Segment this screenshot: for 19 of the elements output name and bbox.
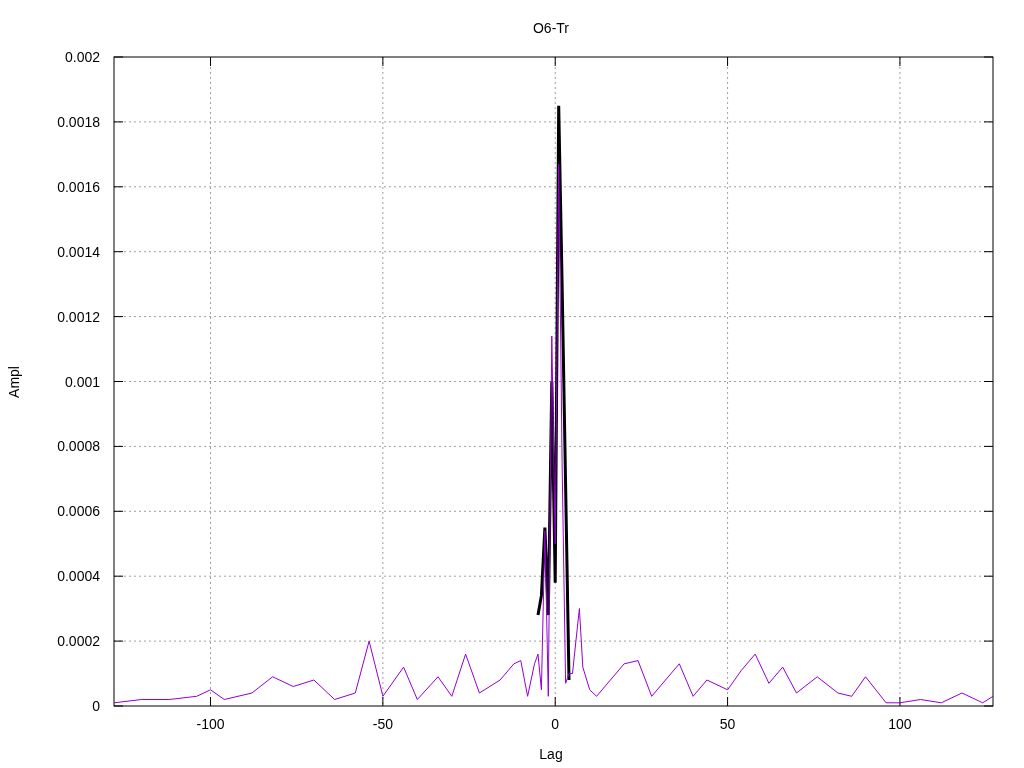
tick-label: 0.0018 xyxy=(57,113,100,130)
tick-label: 100 xyxy=(888,716,912,732)
y-axis-label: Ampl xyxy=(6,366,22,398)
tick-label: 0.0002 xyxy=(57,633,100,650)
tick-label: -50 xyxy=(372,716,393,732)
chart-title: O6-Tr xyxy=(533,20,569,36)
tick-label: 0.0014 xyxy=(57,243,100,260)
tick-label: 0.0008 xyxy=(57,438,100,455)
tick-label: 0 xyxy=(92,698,100,714)
tick-label: 0 xyxy=(551,716,560,732)
x-axis-label: Lag xyxy=(539,746,563,762)
tick-label: 0.0006 xyxy=(57,503,100,520)
tick-label: 0.0016 xyxy=(57,178,100,195)
tick-label: 0.0004 xyxy=(57,568,100,585)
tick-label: 0.0012 xyxy=(57,308,100,325)
tick-label: 50 xyxy=(719,716,736,732)
tick-label: 0.002 xyxy=(64,49,100,65)
tick-label: 0.001 xyxy=(64,373,100,390)
tick-label: -100 xyxy=(196,716,225,732)
